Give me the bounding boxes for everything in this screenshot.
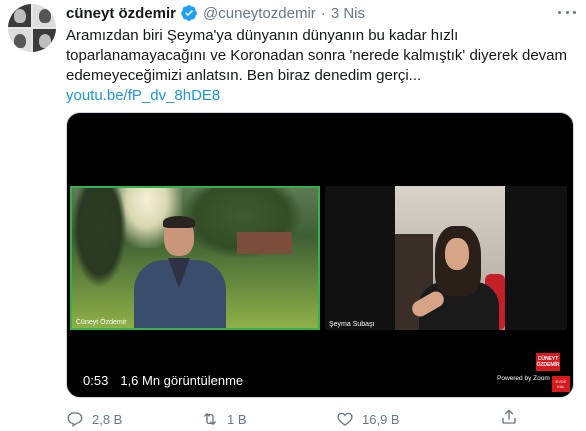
avatar-quadrant bbox=[8, 4, 31, 27]
house bbox=[237, 232, 292, 254]
person-right bbox=[405, 226, 501, 330]
video-views: 1,6 Mn görüntülenme bbox=[120, 373, 244, 388]
retweet-count: 1 B bbox=[227, 411, 247, 427]
powered-by-label: Powered by Zoom bbox=[497, 375, 550, 382]
tweet-text-line: edemeyeceğimizi anlatsın. Ben biraz dene… bbox=[66, 67, 422, 84]
avatar-quadrant bbox=[33, 29, 56, 52]
more-icon[interactable] bbox=[558, 6, 576, 18]
tweet-actions: 2,8 B 1 B 16,9 B bbox=[66, 408, 572, 430]
video-tile-left: Cüneyt Özdemir bbox=[70, 186, 320, 330]
retweet-button[interactable]: 1 B bbox=[201, 410, 336, 428]
participant-label-right: Şeyma Subaşı bbox=[329, 321, 375, 328]
avatar[interactable] bbox=[8, 4, 56, 52]
verified-badge-icon bbox=[180, 4, 198, 22]
author-name[interactable]: cüneyt özdemir bbox=[66, 5, 176, 22]
person-left bbox=[128, 214, 228, 328]
like-count: 16,9 B bbox=[362, 411, 400, 427]
like-icon bbox=[337, 412, 353, 426]
video-tile-right: Şeyma Subaşı bbox=[325, 186, 567, 330]
tree bbox=[72, 188, 127, 288]
share-icon[interactable] bbox=[500, 408, 518, 426]
brand-logo: CÜNEYT ÖZDEMİR bbox=[536, 353, 560, 371]
video-duration: 0:53 bbox=[83, 373, 109, 388]
reply-count: 2,8 B bbox=[92, 411, 123, 427]
author-handle[interactable]: @cuneytozdemir bbox=[203, 5, 316, 22]
video-player[interactable]: Cüneyt Özdemir Şeyma Subaşı CÜNEYT ÖZDEM… bbox=[66, 112, 574, 398]
separator-dot: · bbox=[320, 4, 326, 22]
reply-icon bbox=[67, 412, 83, 428]
tweet-header: cüneyt özdemir @cuneytozdemir · 3 Nis bbox=[66, 3, 365, 23]
avatar-quadrant bbox=[8, 29, 31, 52]
like-button[interactable]: 16,9 B bbox=[336, 410, 471, 428]
tweet-link[interactable]: youtu.be/fP_dv_8hDE8 bbox=[66, 86, 572, 106]
retweet-icon bbox=[204, 413, 216, 425]
tweet-date[interactable]: 3 Nis bbox=[331, 5, 365, 22]
reply-button[interactable]: 2,8 B bbox=[66, 410, 201, 428]
tweet[interactable]: cüneyt özdemir @cuneytozdemir · 3 Nis Ar… bbox=[0, 0, 586, 431]
tweet-text: Aramızdan biri Şeyma'ya dünyanın dünyanı… bbox=[66, 26, 572, 106]
avatar-quadrant bbox=[33, 4, 56, 27]
tweet-text-line: toparlanamayacağını ve Koronadan sonra '… bbox=[66, 47, 568, 64]
tweet-text-line: Aramızdan biri Şeyma'ya dünyanın dünyanı… bbox=[66, 27, 459, 44]
participant-label-left: Cüneyt Özdemir bbox=[76, 319, 127, 326]
evde-kal-logo: EVDE KAL bbox=[552, 376, 570, 392]
video-meta: 0:53 1,6 Mn görüntülenme bbox=[83, 373, 243, 388]
